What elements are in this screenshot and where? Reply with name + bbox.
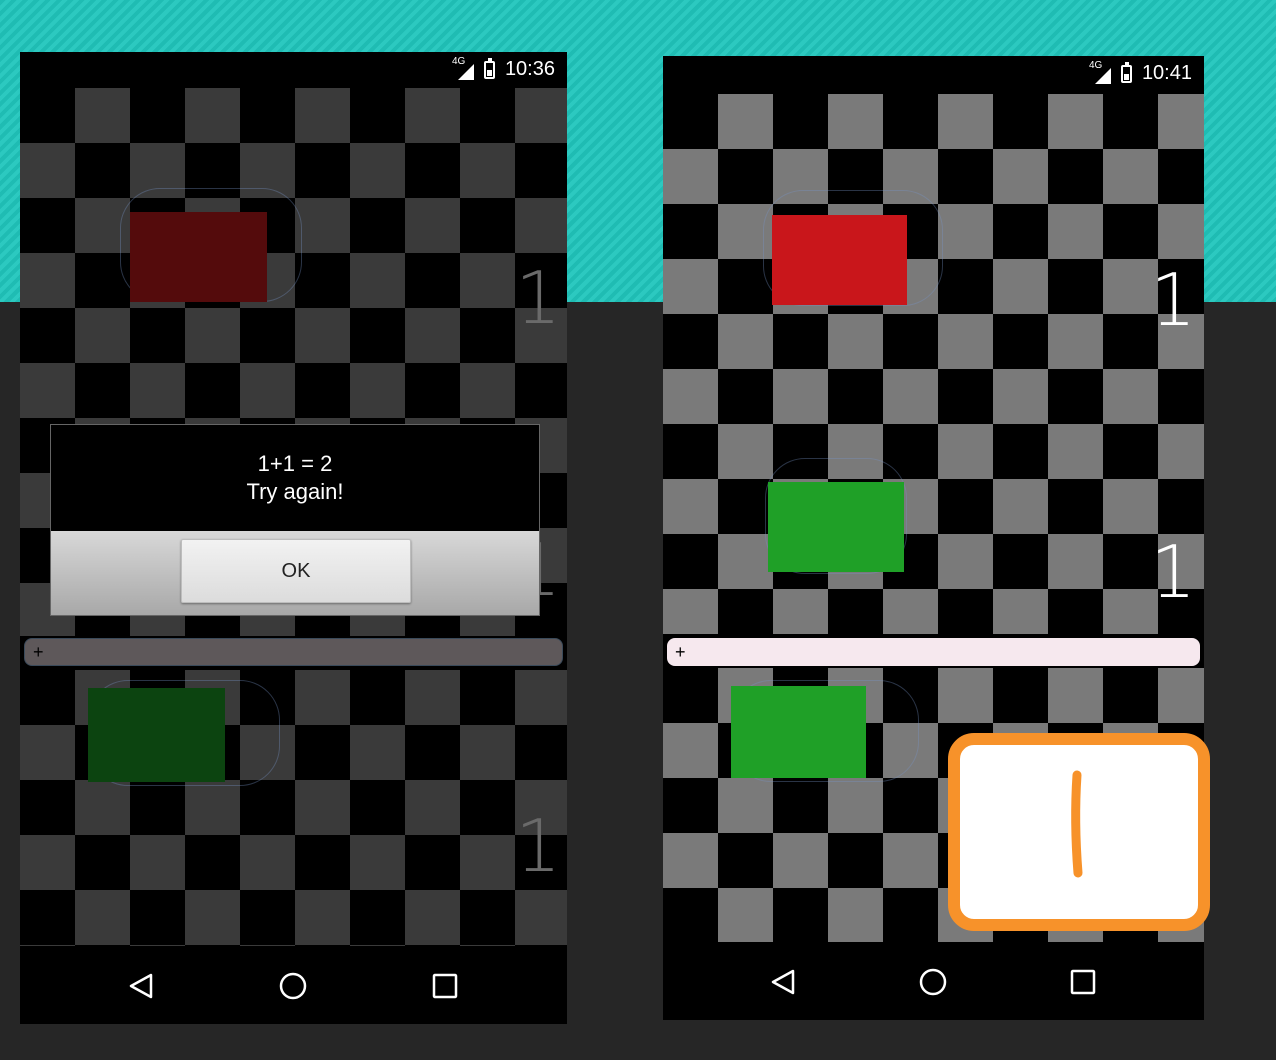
battery-icon	[483, 57, 495, 79]
green-target-rect[interactable]	[768, 482, 904, 572]
home-icon[interactable]	[273, 966, 313, 1006]
ok-button[interactable]: OK	[181, 539, 411, 603]
dialog-hint: Try again!	[246, 479, 344, 504]
red-target-rect[interactable]	[772, 215, 907, 305]
back-icon[interactable]	[121, 966, 161, 1006]
answer-input[interactable]: +	[24, 638, 563, 666]
signal-icon: 4G	[1089, 60, 1111, 84]
dialog-button-area: OK	[51, 531, 539, 615]
score-digit: 1	[1150, 530, 1196, 614]
status-bar: 4G 10:36	[20, 52, 567, 88]
navigation-bar	[663, 942, 1204, 1020]
handwritten-digit	[960, 765, 1198, 890]
recents-icon[interactable]	[1063, 962, 1103, 1002]
status-bar: 4G 10:41	[663, 56, 1204, 92]
plus-icon: +	[33, 641, 44, 662]
phone-screen-left: 4G 10:36 1 1 + 1 1+1 = 2 Try again! OK	[20, 52, 567, 1024]
navigation-bar	[20, 946, 567, 1024]
plus-icon: +	[675, 641, 686, 662]
dialog-equation: 1+1 = 2	[257, 451, 333, 476]
alert-dialog: 1+1 = 2 Try again! OK	[50, 424, 540, 616]
handwriting-highlight-box	[948, 733, 1210, 931]
back-icon[interactable]	[763, 962, 803, 1002]
game-board-bottom[interactable]: 1	[20, 670, 567, 946]
dialog-message: 1+1 = 2 Try again!	[51, 425, 539, 531]
recents-icon[interactable]	[425, 966, 465, 1006]
green-target-rect[interactable]	[731, 686, 866, 778]
red-target-rect[interactable]	[130, 212, 267, 302]
green-target-rect[interactable]	[88, 688, 225, 782]
battery-icon	[1120, 61, 1132, 83]
home-icon[interactable]	[913, 962, 953, 1002]
clock: 10:41	[1141, 62, 1192, 84]
score-digit: 1	[515, 256, 561, 340]
signal-icon: 4G	[452, 56, 474, 80]
clock: 10:36	[504, 58, 555, 80]
score-digit: 1	[1150, 258, 1196, 342]
score-digit: 1	[515, 804, 561, 888]
game-board-top[interactable]: 1 1	[663, 94, 1204, 634]
answer-input[interactable]: +	[667, 638, 1200, 666]
